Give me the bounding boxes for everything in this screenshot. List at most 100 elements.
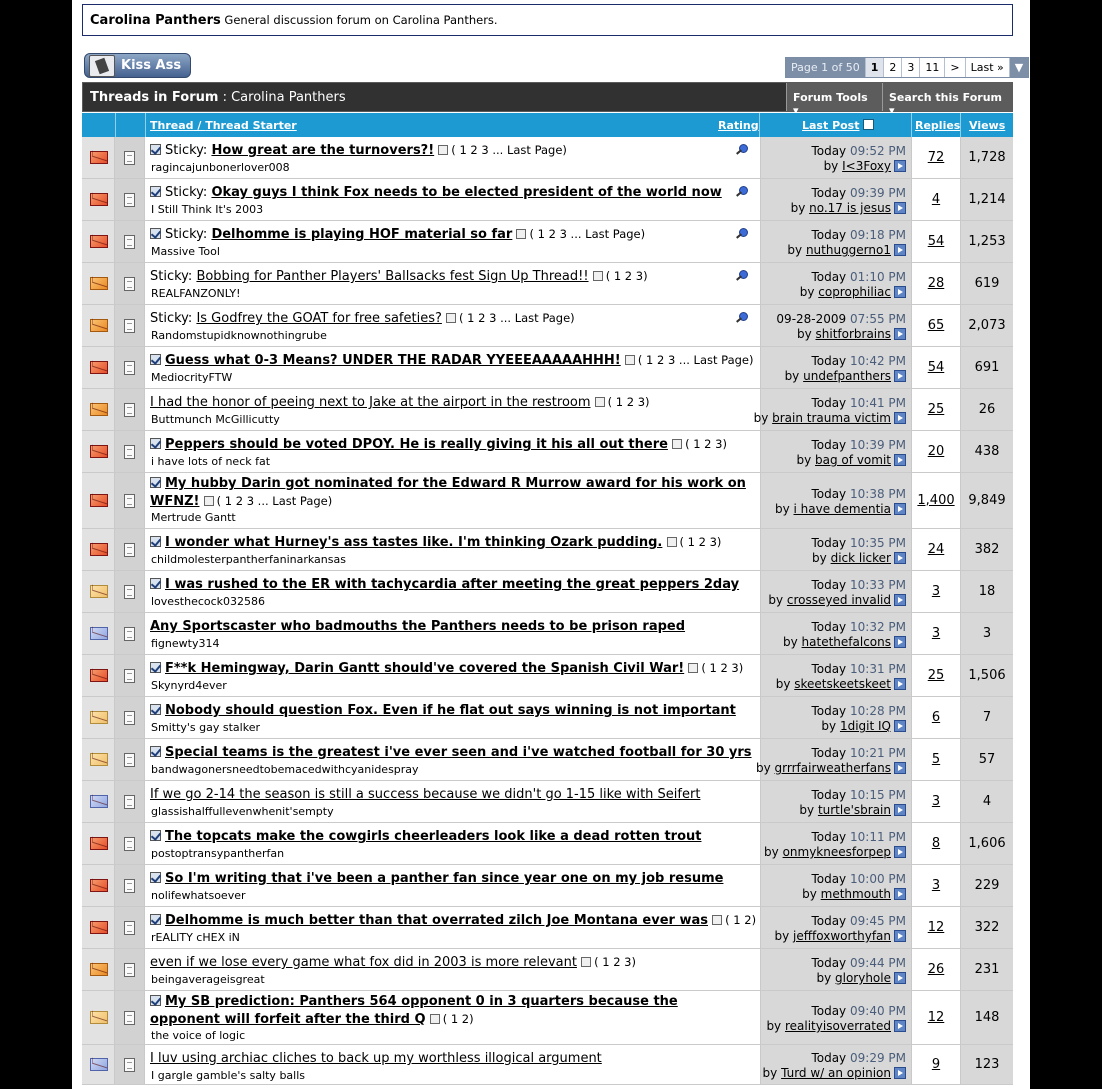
thread-title-link[interactable]: Okay guys I think Fox needs to be electe…: [211, 185, 721, 200]
last-poster-link[interactable]: shitforbrains: [816, 327, 892, 341]
thread-starter[interactable]: MediocrityFTW: [151, 371, 232, 384]
replies-link[interactable]: 1,400: [917, 493, 954, 508]
last-poster-link[interactable]: crosseyed invalid: [787, 593, 891, 607]
go-to-last-post-icon[interactable]: [894, 552, 906, 564]
last-poster-link[interactable]: hatethefalcons: [802, 635, 891, 649]
checkbox-icon[interactable]: [150, 578, 161, 589]
thread-starter[interactable]: glassishalffullevenwhenit'sempty: [151, 805, 334, 818]
checkbox-icon[interactable]: [150, 830, 161, 841]
sort-by-thread[interactable]: Thread: [150, 119, 194, 132]
replies-link[interactable]: 54: [928, 360, 945, 375]
checkbox-icon[interactable]: [150, 704, 161, 715]
thread-starter[interactable]: beingaverageisgreat: [151, 973, 265, 986]
replies-link[interactable]: 5: [932, 752, 940, 767]
thread-title-link[interactable]: Delhomme is much better than that overra…: [165, 913, 708, 928]
sort-by-views[interactable]: Views: [969, 113, 1005, 137]
checkbox-icon[interactable]: [150, 995, 161, 1006]
thread-page-links[interactable]: ( 1 2): [712, 913, 756, 927]
sort-order-icon[interactable]: [863, 119, 874, 130]
thread-title-link[interactable]: F**k Hemingway, Darin Gantt should've co…: [165, 661, 684, 676]
checkbox-icon[interactable]: [150, 354, 161, 365]
go-to-last-post-icon[interactable]: [894, 412, 906, 424]
go-to-last-post-icon[interactable]: [894, 720, 906, 732]
thread-starter[interactable]: I gargle gamble's salty balls: [151, 1069, 305, 1082]
checkbox-icon[interactable]: [150, 536, 161, 547]
go-to-last-post-icon[interactable]: [894, 1020, 906, 1032]
replies-link[interactable]: 8: [932, 836, 940, 851]
page-link-2[interactable]: 2: [884, 58, 903, 77]
checkbox-icon[interactable]: [150, 228, 161, 239]
thread-page-links[interactable]: ( 1 2 3): [581, 955, 636, 969]
thread-title-link[interactable]: Bobbing for Panther Players' Ballsacks f…: [196, 269, 588, 284]
last-poster-link[interactable]: dick licker: [831, 551, 891, 565]
thread-page-links[interactable]: ( 1 2 3 ... Last Page): [516, 227, 645, 241]
thread-page-links[interactable]: ( 1 2 3): [594, 395, 650, 409]
sort-by-last-post[interactable]: Last Post: [802, 113, 860, 137]
last-poster-link[interactable]: bag of vomit: [815, 453, 891, 467]
replies-link[interactable]: 25: [928, 668, 945, 683]
thread-page-links[interactable]: ( 1 2 3): [592, 269, 648, 283]
replies-link[interactable]: 9: [932, 1057, 940, 1072]
thread-page-links[interactable]: ( 1 2 3 ... Last Page): [446, 311, 575, 325]
thread-starter[interactable]: Massive Tool: [151, 245, 220, 258]
checkbox-icon[interactable]: [150, 186, 161, 197]
thread-starter[interactable]: nolifewhatsoever: [151, 889, 246, 902]
replies-link[interactable]: 6: [932, 710, 940, 725]
thread-title-link[interactable]: My SB prediction: Panthers 564 opponent …: [165, 994, 678, 1009]
go-to-last-post-icon[interactable]: [894, 454, 906, 466]
thread-page-links[interactable]: ( 1 2): [429, 1012, 474, 1026]
page-link-3[interactable]: 3: [902, 58, 921, 77]
thread-page-links[interactable]: ( 1 2 3): [688, 661, 743, 675]
go-to-last-post-icon[interactable]: [894, 930, 906, 942]
checkbox-icon[interactable]: [150, 477, 161, 488]
replies-link[interactable]: 12: [928, 920, 945, 935]
thread-starter[interactable]: I Still Think It's 2003: [151, 203, 263, 216]
thread-starter[interactable]: Smitty's gay stalker: [151, 721, 260, 734]
checkbox-icon[interactable]: [150, 914, 161, 925]
replies-link[interactable]: 72: [928, 150, 945, 165]
thread-starter[interactable]: Mertrude Gantt: [151, 511, 236, 524]
last-poster-link[interactable]: methmouth: [821, 887, 891, 901]
replies-link[interactable]: 3: [932, 626, 940, 641]
thread-starter[interactable]: Randomstupidknownothingrube: [151, 329, 327, 342]
last-poster-link[interactable]: onmykneesforpep: [783, 845, 891, 859]
sort-by-thread-starter[interactable]: Thread Starter: [205, 119, 297, 132]
thread-title-link[interactable]: I was rushed to the ER with tachycardia …: [165, 577, 739, 592]
last-poster-link[interactable]: jefffoxworthyfan: [793, 929, 891, 943]
page-next[interactable]: >: [945, 58, 966, 77]
replies-link[interactable]: 3: [932, 584, 940, 599]
thread-page-links[interactable]: ( 1 2 3): [672, 437, 727, 451]
thread-page-links[interactable]: ( 1 2 3 ... Last Page): [624, 353, 753, 367]
go-to-last-post-icon[interactable]: [894, 202, 906, 214]
thread-title-link[interactable]: I wonder what Hurney's ass tastes like. …: [165, 535, 662, 550]
thread-page-links[interactable]: ( 1 2 3 ... Last Page): [203, 494, 332, 508]
last-poster-link[interactable]: no.17 is jesus: [809, 201, 891, 215]
thread-title-link[interactable]: Nobody should question Fox. Even if he f…: [165, 703, 736, 718]
checkbox-icon[interactable]: [150, 144, 161, 155]
thread-title-link[interactable]: How great are the turnovers?!: [211, 143, 434, 158]
last-poster-link[interactable]: brain trauma victim: [772, 411, 891, 425]
replies-link[interactable]: 4: [932, 192, 940, 207]
sort-by-rating[interactable]: Rating: [718, 113, 759, 137]
kiss-ass-button[interactable]: Kiss Ass: [84, 53, 191, 78]
thread-starter[interactable]: lovesthecock032586: [151, 595, 265, 608]
thread-page-links[interactable]: ( 1 2 3 ... Last Page): [438, 143, 567, 157]
last-poster-link[interactable]: coprophiliac: [818, 285, 891, 299]
thread-starter[interactable]: ragincajunbonerlover008: [151, 161, 290, 174]
thread-starter[interactable]: bandwagonersneedtobemacedwithcyanidespra…: [151, 763, 419, 776]
thread-page-links[interactable]: ( 1 2 3): [666, 535, 721, 549]
go-to-last-post-icon[interactable]: [894, 804, 906, 816]
replies-link[interactable]: 26: [928, 962, 945, 977]
page-jump-dropdown-icon[interactable]: ▼: [1009, 58, 1029, 77]
last-poster-link[interactable]: undefpanthers: [803, 369, 891, 383]
last-poster-link[interactable]: turtle'sbrain: [818, 803, 891, 817]
thread-starter[interactable]: fignewty314: [151, 637, 219, 650]
replies-link[interactable]: 3: [932, 878, 940, 893]
page-last[interactable]: Last »: [966, 58, 1010, 77]
thread-title-link[interactable]: I had the honor of peeing next to Jake a…: [150, 395, 591, 410]
go-to-last-post-icon[interactable]: [894, 1067, 906, 1079]
replies-link[interactable]: 20: [928, 444, 945, 459]
thread-title-link[interactable]: Peppers should be voted DPOY. He is real…: [165, 437, 668, 452]
last-poster-link[interactable]: i have dementia: [794, 502, 891, 516]
last-poster-link[interactable]: skeetskeetskeet: [794, 677, 891, 691]
